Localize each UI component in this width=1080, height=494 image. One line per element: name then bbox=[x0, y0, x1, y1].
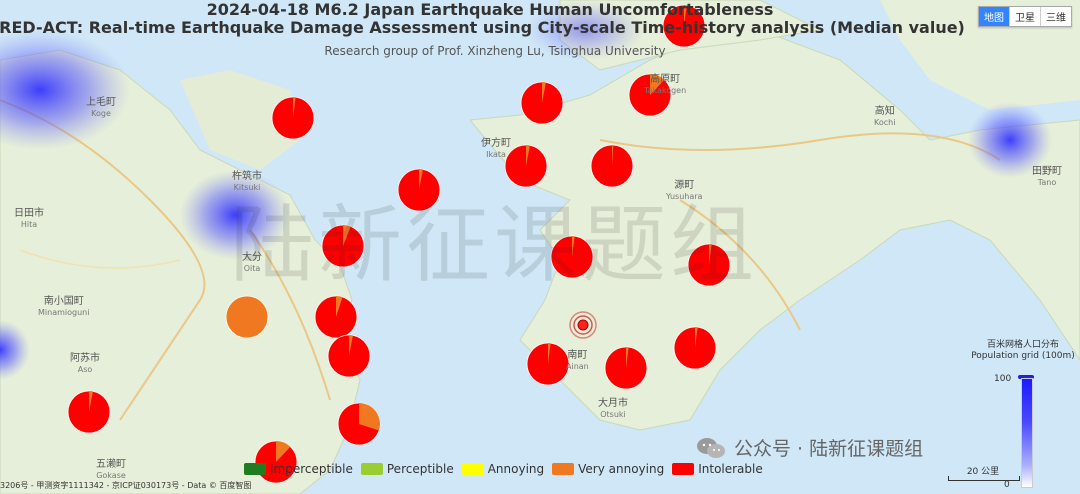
population-legend-title-cn: 百米网格人口分布 bbox=[986, 340, 1059, 350]
legend-item[interactable]: Perceptible bbox=[360, 462, 454, 476]
damage-pie-marker[interactable] bbox=[225, 295, 269, 339]
place-label: 日田市 Hita bbox=[14, 208, 44, 229]
place-label: 大月市 Otsuki bbox=[598, 398, 628, 419]
chart-subtitle: Research group of Prof. Xinzheng Lu, Tsi… bbox=[324, 44, 666, 58]
damage-pie-marker[interactable] bbox=[526, 342, 570, 386]
damage-pie-marker[interactable] bbox=[67, 390, 111, 434]
map-canvas[interactable]: 上毛町 Koge 杵筑市 Kitsuki 日田市 Hita 大分 Oita 南小国町 Mi… bbox=[0, 0, 1080, 494]
place-label: 高原町 Takakogen bbox=[644, 74, 687, 95]
damage-pie-marker[interactable] bbox=[673, 326, 717, 370]
population-color-bar bbox=[1021, 378, 1033, 488]
population-max-label: 100 bbox=[994, 374, 1012, 384]
legend-label: Imperceptible bbox=[270, 462, 353, 476]
damage-pie-marker[interactable] bbox=[604, 346, 648, 390]
legend-item[interactable]: Annoying bbox=[461, 462, 545, 476]
legend-label: Very annoying bbox=[578, 462, 665, 476]
damage-pie-marker[interactable] bbox=[314, 295, 358, 339]
scale-line bbox=[948, 476, 1020, 481]
place-label: 南町 Ainan bbox=[566, 350, 589, 371]
legend-item[interactable]: Imperceptible bbox=[244, 462, 353, 476]
legend-swatch bbox=[672, 463, 695, 475]
place-label: 五濑町 Gokase bbox=[96, 459, 126, 480]
map-copyright: 3206号 - 甲测资字1111342 - 京ICP证030173号 - Dat… bbox=[0, 481, 252, 490]
map-type-3d-button[interactable]: 三维 bbox=[1040, 7, 1071, 26]
chart-title: 2024-04-18 M6.2 Japan Earthquake Human U… bbox=[206, 0, 774, 19]
place-label: 伊方町 Ikata bbox=[481, 138, 511, 159]
legend-swatch bbox=[244, 463, 266, 475]
legend-swatch bbox=[552, 463, 575, 475]
population-legend-title: 百米网格人口分布 Population grid (100m) bbox=[968, 340, 1078, 362]
damage-pie-marker[interactable] bbox=[337, 402, 381, 446]
place-label: 上毛町 Koge bbox=[86, 97, 116, 118]
legend-swatch bbox=[360, 463, 383, 475]
wechat-account: 公众号 · 陆新征课题组 bbox=[696, 434, 923, 461]
map-type-map-button[interactable]: 地图 bbox=[979, 7, 1009, 26]
legend-item[interactable]: Intolerable bbox=[672, 462, 763, 476]
wechat-text: 公众号 · 陆新征课题组 bbox=[734, 438, 924, 460]
damage-pie-marker[interactable] bbox=[271, 96, 315, 140]
map-type-switch: 地图 卫星 三维 bbox=[978, 6, 1072, 27]
legend-label: Intolerable bbox=[698, 462, 763, 476]
legend-swatch bbox=[461, 463, 484, 475]
wechat-icon bbox=[697, 437, 725, 458]
damage-pie-marker[interactable] bbox=[520, 81, 564, 125]
population-legend-title-en: Population grid (100m) bbox=[971, 351, 1075, 361]
watermark: 陆新征课题组 bbox=[230, 196, 759, 294]
severity-legend: Imperceptible Perceptible Annoying Very ann… bbox=[244, 462, 771, 476]
map-type-satellite-button[interactable]: 卫星 bbox=[1009, 7, 1040, 26]
chart-title-line2: RED-ACT: Real-time Earthquake Damage Ass… bbox=[0, 18, 965, 37]
place-label: 高知 Kochi bbox=[874, 106, 896, 127]
legend-item[interactable]: Very annoying bbox=[552, 462, 664, 476]
place-label: 阿苏市 Aso bbox=[70, 353, 100, 374]
population-min-label: 0 bbox=[1004, 480, 1010, 490]
scale-bar: 20 公里 bbox=[948, 464, 1020, 481]
damage-pie-base bbox=[225, 295, 269, 339]
place-label: 南小国町 Minamioguni bbox=[38, 296, 90, 317]
place-label: 田野町 Tano bbox=[1032, 166, 1062, 187]
damage-pie-marker[interactable] bbox=[327, 334, 371, 378]
legend-label: Perceptible bbox=[386, 462, 454, 476]
legend-label: Annoying bbox=[487, 462, 545, 476]
